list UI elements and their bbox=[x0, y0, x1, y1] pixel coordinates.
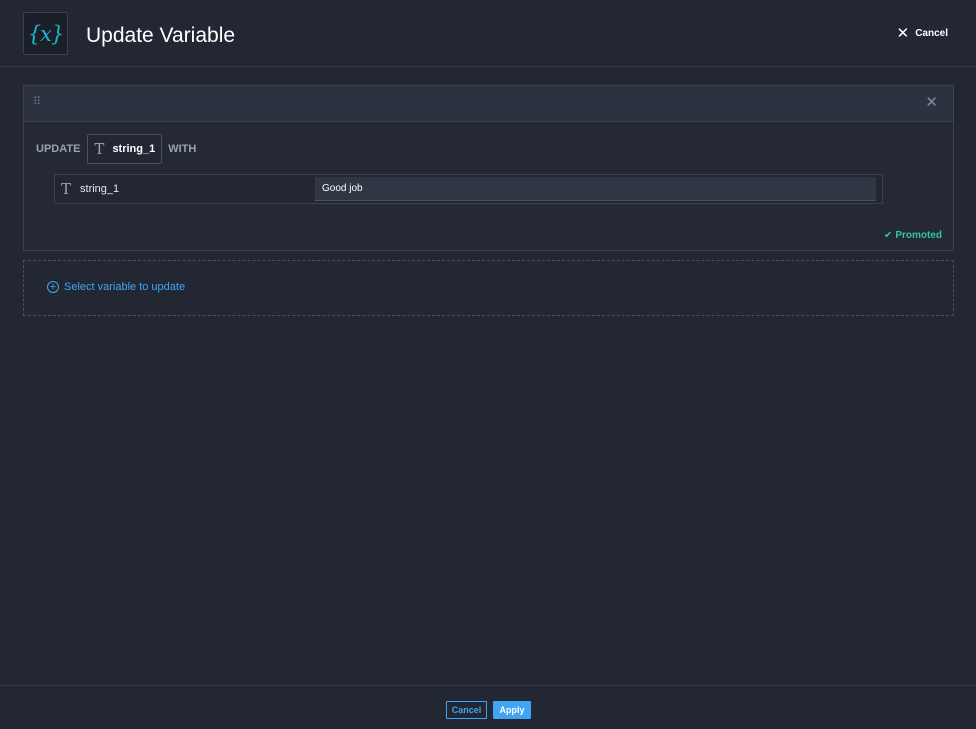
card-toolbar: ⠿ ✕ bbox=[24, 86, 953, 122]
variable-icon: {x} bbox=[23, 12, 68, 55]
dialog-footer: Cancel Apply bbox=[0, 685, 976, 729]
select-variable-label: Select variable to update bbox=[64, 281, 186, 293]
header-cancel-button[interactable]: ✕ Cancel bbox=[897, 25, 948, 41]
assignment-name: T string_1 bbox=[61, 180, 119, 198]
page-title: Update Variable bbox=[86, 24, 236, 47]
assignment-row: T string_1 bbox=[54, 174, 883, 204]
update-statement: UPDATE T string_1 WITH bbox=[36, 134, 196, 164]
remove-card-icon[interactable]: ✕ bbox=[925, 95, 938, 110]
with-label: WITH bbox=[168, 143, 197, 155]
variable-name: string_1 bbox=[112, 143, 156, 155]
add-variable-area: + Select variable to update bbox=[23, 260, 954, 316]
close-icon: ✕ bbox=[896, 24, 910, 42]
drag-handle-icon[interactable]: ⠿ bbox=[33, 97, 41, 108]
text-type-icon: T bbox=[61, 180, 72, 198]
checkmark-icon: ✔ bbox=[883, 230, 893, 241]
cancel-button[interactable]: Cancel bbox=[446, 701, 487, 719]
add-circle-icon: + bbox=[47, 281, 59, 293]
header-cancel-label: Cancel bbox=[915, 27, 948, 39]
dialog-header: {x} Update Variable ✕ Cancel bbox=[0, 0, 976, 67]
select-variable-link[interactable]: + Select variable to update bbox=[47, 281, 185, 293]
variable-selector-chip[interactable]: T string_1 bbox=[87, 134, 163, 164]
update-label: UPDATE bbox=[36, 143, 81, 155]
assignment-variable-name: string_1 bbox=[80, 183, 120, 195]
update-variable-dialog: {x} Update Variable ✕ Cancel ⠿ ✕ UPDATE … bbox=[0, 0, 976, 729]
assignment-value-input[interactable] bbox=[315, 177, 876, 201]
text-type-icon: T bbox=[94, 140, 105, 158]
status-text: Promoted bbox=[895, 230, 942, 241]
variable-update-card: ⠿ ✕ UPDATE T string_1 WITH T string_1 ✔ … bbox=[23, 85, 954, 251]
apply-button[interactable]: Apply bbox=[493, 701, 531, 719]
status-badge: ✔ Promoted bbox=[884, 230, 942, 241]
